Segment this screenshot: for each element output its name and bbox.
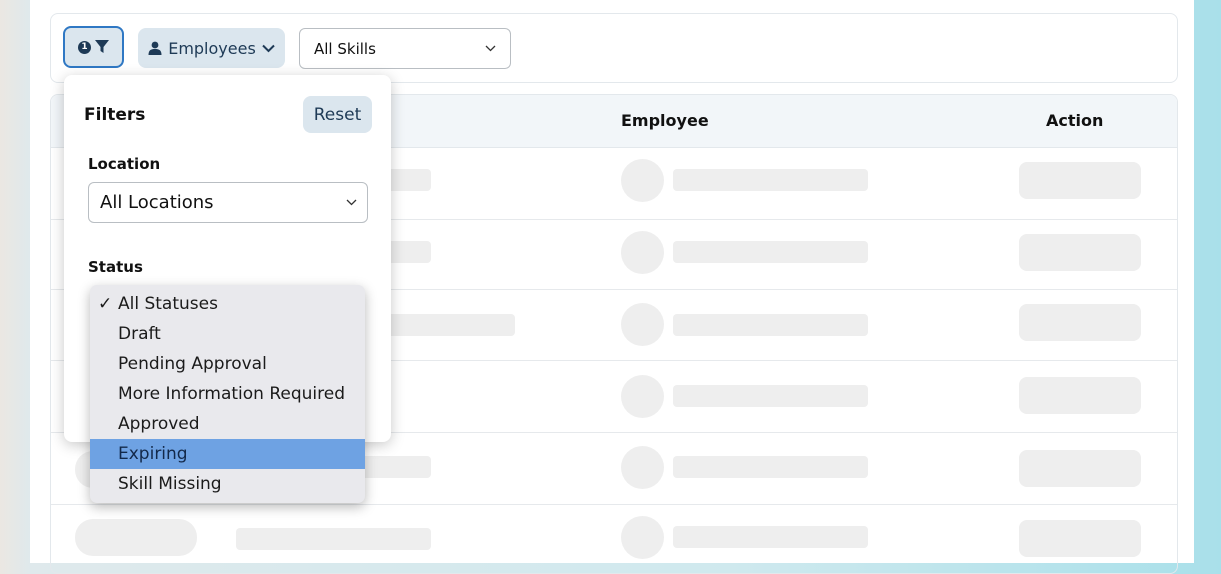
skeleton-button xyxy=(1019,377,1141,414)
skeleton-text xyxy=(673,526,868,548)
skeleton-text xyxy=(673,385,868,407)
skeleton-button xyxy=(1019,304,1141,341)
status-option[interactable]: Draft xyxy=(90,319,365,349)
funnel-icon xyxy=(95,40,109,54)
skeleton-avatar xyxy=(621,303,664,346)
status-dropdown-list: ✓ All Statuses Draft Pending Approval Mo… xyxy=(90,285,365,503)
skills-select[interactable]: All Skills xyxy=(299,28,511,69)
skeleton-text xyxy=(673,241,868,263)
skeleton-text xyxy=(673,314,868,336)
status-option-label: More Information Required xyxy=(118,384,346,404)
skeleton-button xyxy=(1019,520,1141,557)
status-option-label: Approved xyxy=(118,414,200,434)
status-option-highlighted[interactable]: Expiring xyxy=(90,439,365,469)
chevron-down-icon xyxy=(485,45,496,52)
status-option-label: All Statuses xyxy=(118,294,218,314)
skeleton-button xyxy=(1019,234,1141,271)
skeleton-avatar xyxy=(621,375,664,418)
skeleton-avatar xyxy=(621,516,664,559)
status-label: Status xyxy=(88,258,143,276)
filters-title: Filters xyxy=(84,105,146,125)
reset-button[interactable]: Reset xyxy=(303,96,372,133)
employees-view-button[interactable]: Employees xyxy=(138,28,285,68)
skills-select-value: All Skills xyxy=(314,39,376,58)
column-header-action: Action xyxy=(1046,111,1104,130)
skeleton-text xyxy=(673,169,868,191)
status-option-label: Expiring xyxy=(118,444,188,464)
chevron-down-icon xyxy=(262,44,275,53)
skeleton-text xyxy=(673,456,868,478)
location-select[interactable]: All Locations xyxy=(88,182,368,223)
status-option[interactable]: Approved xyxy=(90,409,365,439)
status-option-label: Skill Missing xyxy=(118,474,222,494)
skeleton-button xyxy=(1019,450,1141,487)
active-filter-count-badge: 1 xyxy=(78,40,91,54)
skeleton-avatar xyxy=(621,231,664,274)
status-option[interactable]: Skill Missing xyxy=(90,469,365,499)
column-header-employee: Employee xyxy=(621,111,709,130)
skeleton-avatar xyxy=(621,159,664,202)
person-icon xyxy=(148,41,162,55)
skeleton-pill xyxy=(75,519,197,556)
chevron-down-icon xyxy=(346,199,357,206)
skeleton-button xyxy=(1019,162,1141,199)
status-option[interactable]: Pending Approval xyxy=(90,349,365,379)
status-option[interactable]: More Information Required xyxy=(90,379,365,409)
status-option-label: Draft xyxy=(118,324,161,344)
filter-toggle-button[interactable]: 1 xyxy=(63,26,124,68)
skeleton-text xyxy=(236,528,431,550)
status-option[interactable]: ✓ All Statuses xyxy=(90,289,365,319)
checkmark-icon: ✓ xyxy=(98,294,113,314)
skeleton-avatar xyxy=(621,446,664,489)
location-label: Location xyxy=(88,155,161,173)
employees-button-label: Employees xyxy=(168,38,256,58)
table-row xyxy=(51,504,1177,573)
location-select-value: All Locations xyxy=(100,192,214,213)
status-option-label: Pending Approval xyxy=(118,354,267,374)
